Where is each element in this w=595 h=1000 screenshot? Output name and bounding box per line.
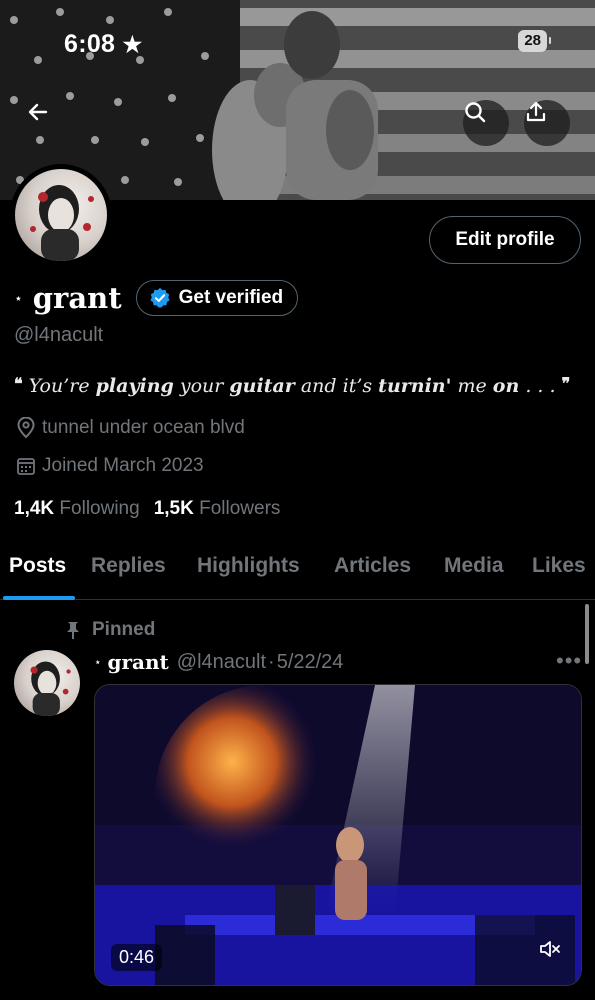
name-prefix: ⋆ <box>14 289 23 306</box>
profile-joined: Joined March 2023 <box>16 455 204 477</box>
tab-articles[interactable]: Articles <box>334 554 411 578</box>
profile-avatar[interactable] <box>10 164 112 266</box>
post-date[interactable]: 5/22/24 <box>277 651 344 674</box>
get-verified-button[interactable]: Get verified <box>135 280 299 316</box>
avatar-image <box>30 185 94 261</box>
follow-counts: 1,4K Following 1,5K Followers <box>14 498 280 520</box>
pin-icon <box>67 622 79 639</box>
tab-posts[interactable]: Posts <box>9 554 66 578</box>
muted-speaker-icon <box>540 941 560 957</box>
tab-replies[interactable]: Replies <box>91 554 166 578</box>
share-icon <box>526 101 546 122</box>
post-author-name[interactable]: grant <box>108 650 169 674</box>
profile-location: tunnel under ocean blvd <box>16 417 245 439</box>
author-prefix: ⋆ <box>94 655 102 669</box>
tab-media[interactable]: Media <box>444 554 504 578</box>
location-services-icon: ★ <box>122 32 143 57</box>
active-tab-indicator <box>3 596 75 600</box>
post-author-handle[interactable]: @l4nacult <box>177 651 266 674</box>
video-duration: 0:46 <box>111 944 163 971</box>
tab-highlights[interactable]: Highlights <box>197 554 300 578</box>
following-link[interactable]: 1,4K Following <box>14 498 140 520</box>
tab-likes[interactable]: Likes <box>532 554 586 578</box>
joined-text: Joined March 2023 <box>42 455 204 476</box>
arrow-left-icon <box>28 103 48 121</box>
profile-name: grant <box>32 281 122 315</box>
post-video[interactable]: 0:46 <box>94 684 582 986</box>
profile-bio: ❝ You’re playing your guitar and it’s tu… <box>14 374 571 397</box>
pinned-label: Pinned <box>92 619 156 640</box>
post-header: ⋆ grant @l4nacult · 5/22/24 <box>94 650 343 674</box>
get-verified-label: Get verified <box>178 287 284 308</box>
avatar-image <box>30 661 71 716</box>
pinned-indicator: Pinned <box>64 619 155 641</box>
status-icons: 28 <box>518 30 551 52</box>
profile-banner[interactable]: 6:08 ★ 28 <box>0 0 595 200</box>
post-author-avatar[interactable] <box>14 650 80 716</box>
post-separator: · <box>268 650 275 673</box>
search-icon <box>465 102 486 123</box>
edit-profile-button[interactable]: Edit profile <box>429 216 581 264</box>
mute-button[interactable] <box>539 939 569 969</box>
battery-indicator: 28 <box>518 30 551 52</box>
followers-link[interactable]: 1,5K Followers <box>154 498 281 520</box>
verified-badge-icon <box>149 287 170 308</box>
share-button[interactable] <box>524 100 570 146</box>
back-button[interactable] <box>26 100 72 146</box>
profile-name-row: ⋆ grant Get verified <box>14 280 299 316</box>
status-time: 6:08 ★ <box>64 30 143 58</box>
calendar-icon <box>17 458 35 475</box>
search-button[interactable] <box>463 100 509 146</box>
profile-tabs: Posts Replies Highlights Articles Media … <box>0 548 595 600</box>
profile-handle: @l4nacult <box>14 324 104 346</box>
more-dots-icon[interactable]: ••• <box>556 648 582 674</box>
location-pin-icon <box>17 417 35 439</box>
video-thumbnail <box>95 685 581 985</box>
scrollbar[interactable] <box>585 604 589 664</box>
location-text: tunnel under ocean blvd <box>42 417 245 438</box>
